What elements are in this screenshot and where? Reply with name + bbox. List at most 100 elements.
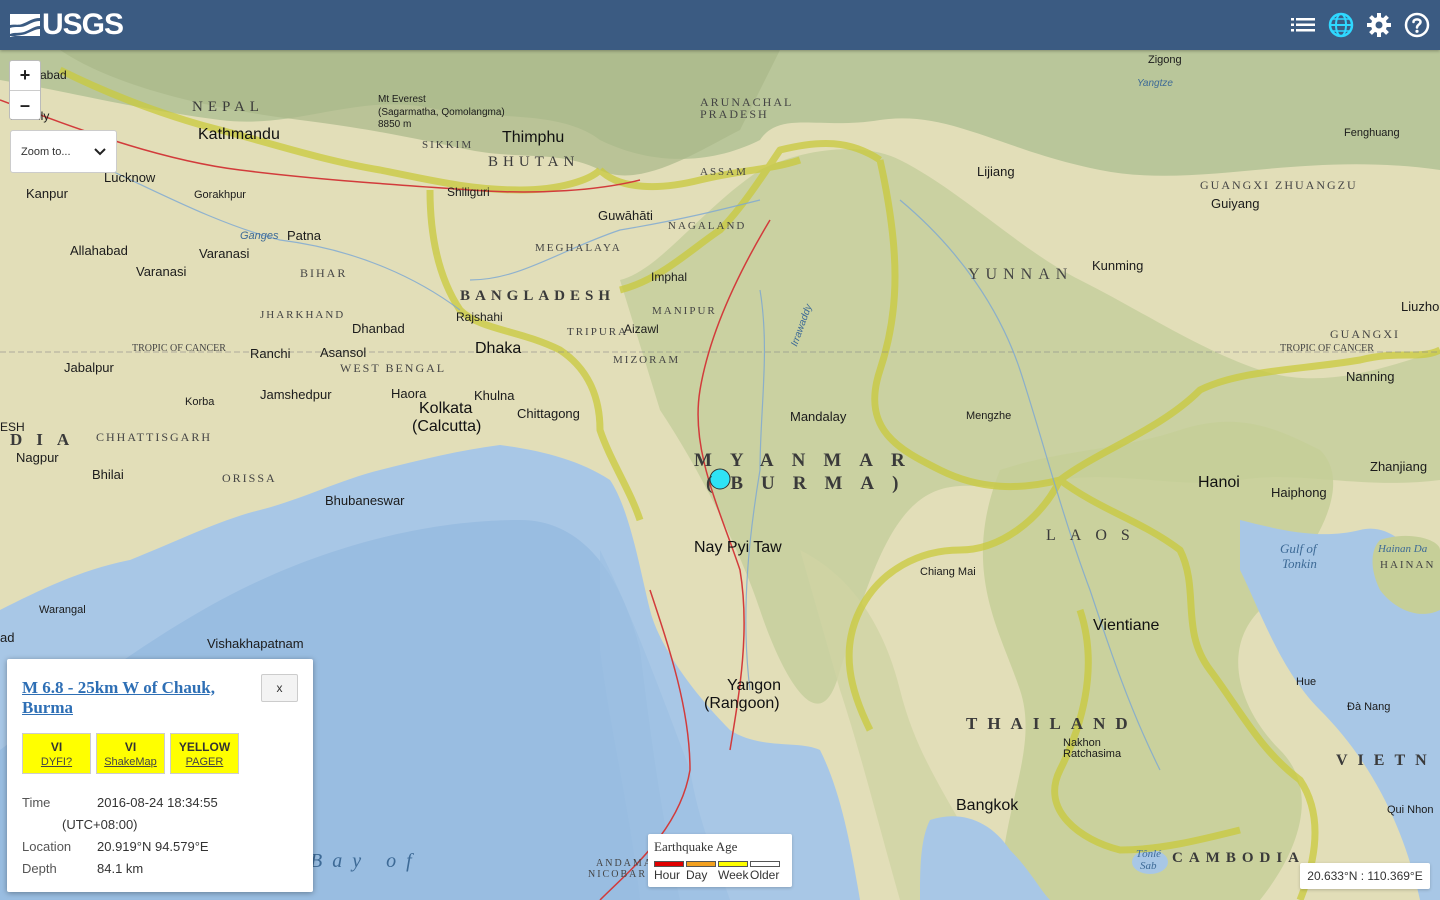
map-label-vishakhapatnam: Vishakhapatnam: [207, 636, 304, 651]
map-label-manipur: MANIPUR: [652, 305, 717, 317]
map-label-calcutta: (Calcutta): [412, 418, 482, 435]
dyfi-value: VI: [50, 739, 63, 754]
map-label-thailand: THAILAND: [966, 714, 1138, 733]
shakemap-badge[interactable]: VI ShakeMap: [96, 733, 165, 774]
detail-key: [22, 814, 62, 836]
detail-row-time: Time 2016-08-24 18:34:55: [22, 792, 218, 814]
map-label-tropic-east: TROPIC OF CANCER: [1280, 343, 1374, 354]
detail-value: 20.919°N 94.579°E: [97, 839, 209, 854]
map-label-mengzhe: Mengzhe: [966, 410, 1012, 422]
zoom-out-button[interactable]: –: [10, 90, 40, 119]
map-label-gorakhpur: Gorakhpur: [194, 189, 246, 201]
globe-icon[interactable]: [1328, 12, 1354, 38]
map-label-nicobar: NICOBAR: [588, 869, 648, 880]
map-label-kunming: Kunming: [1092, 258, 1144, 273]
map-label-nanning: Nanning: [1346, 369, 1395, 384]
map-label-meghalaya: MEGHALAYA: [535, 242, 622, 254]
map-label-bhubaneswar: Bhubaneswar: [325, 493, 405, 508]
map-label-qui-nhon: Qui Nhon: [1387, 804, 1434, 816]
map-label-tonkin: Tonkin: [1282, 556, 1317, 571]
detail-key: Time: [22, 795, 51, 810]
map-label-hanoi: Hanoi: [1198, 474, 1240, 491]
map-label-jharkhand: JHARKHAND: [260, 309, 346, 321]
usgs-wave-icon: [10, 14, 40, 37]
map-label-everest-height: 8850 m: [378, 119, 412, 130]
map-label-ranchi: Ranchi: [250, 346, 291, 361]
zoom-control: + –: [9, 60, 41, 120]
map-label-nagaland: NAGALAND: [668, 220, 747, 232]
map-label-bangkok: Bangkok: [956, 797, 1019, 814]
map-label-yangtze: Yangtze: [1137, 78, 1173, 89]
detail-key: Location: [22, 839, 72, 854]
map-label-tripura: TRIPURA: [567, 326, 629, 338]
legend-swatch-older: [750, 861, 780, 867]
map-label-ad: ad: [0, 630, 15, 645]
map-label-jamshedpur: Jamshedpur: [260, 387, 332, 402]
map-label-khulna: Khulna: [474, 388, 515, 403]
map-label-tonle: Tônlé: [1136, 848, 1162, 860]
pager-value: YELLOW: [178, 739, 231, 754]
map-label-haiphong: Haiphong: [1271, 485, 1327, 500]
earthquake-popup: M 6.8 - 25km W of Chauk, Burma x VI DYFI…: [7, 659, 313, 892]
map-label-sikkim: SIKKIM: [422, 139, 474, 151]
map-label-lijiang: Lijiang: [977, 164, 1015, 179]
map-label-guangxi-zhuangzu: GUANGXI ZHUANGZU: [1200, 178, 1358, 192]
map-label-nay-pyi-taw: Nay Pyi Taw: [694, 539, 782, 556]
gear-icon[interactable]: [1366, 12, 1392, 38]
map-label-haora: Haora: [391, 386, 427, 401]
map-label-warangal: Warangal: [39, 604, 86, 616]
map-label-mandalay: Mandalay: [790, 409, 847, 424]
map-label-allahabad: Allahabad: [70, 243, 128, 258]
map-label-vietnam: VIETN: [1336, 752, 1437, 769]
map-label-bay-of-bengal: Bay of: [310, 850, 422, 872]
zoom-in-button[interactable]: +: [10, 61, 40, 90]
map-label-ratchasima: Ratchasima: [1063, 748, 1122, 760]
map-label-hainan: HAINAN: [1380, 559, 1436, 571]
pager-label: PAGER: [185, 755, 224, 768]
legend-swatches: [654, 861, 786, 867]
map-label-bhilai: Bhilai: [92, 467, 124, 482]
dyfi-label: DYFI?: [40, 755, 73, 768]
map-label-jabalpur: Jabalpur: [64, 360, 114, 375]
detail-row-depth: Depth 84.1 km: [22, 858, 218, 880]
map-label-esh: ESH: [0, 420, 25, 434]
cursor-coordinates: 20.633°N : 110.369°E: [1300, 863, 1430, 889]
map-label-hue: Hue: [1296, 676, 1317, 688]
map-label-dhanbad: Dhanbad: [352, 321, 405, 336]
map-label-orissa: ORISSA: [222, 471, 277, 485]
map-label-west-bengal: WEST BENGAL: [340, 361, 447, 375]
earthquake-details: Time 2016-08-24 18:34:55 (UTC+08:00) Loc…: [22, 792, 218, 880]
map-label-chittagong: Chittagong: [517, 406, 580, 421]
earthquake-title-link[interactable]: M 6.8 - 25km W of Chauk, Burma: [22, 678, 247, 718]
map-label-gulf-of: Gulf of: [1280, 541, 1317, 556]
detail-row-timezone: (UTC+08:00): [22, 814, 218, 836]
shakemap-value: VI: [124, 739, 137, 754]
map-label-laos: LAOS: [1046, 527, 1144, 544]
dyfi-badge[interactable]: VI DYFI?: [22, 733, 91, 774]
legend-swatch-week: [718, 861, 748, 867]
close-button[interactable]: x: [261, 674, 298, 702]
list-icon[interactable]: [1290, 12, 1316, 38]
header-icon-group: [1290, 12, 1430, 38]
zoom-to-select[interactable]: Zoom to...: [10, 130, 117, 173]
map-label-dhaka: Dhaka: [475, 340, 522, 357]
map-label-abad: abad: [40, 68, 67, 82]
legend-label-week: Week: [718, 868, 749, 882]
map-label-kanpur: Kanpur: [26, 186, 68, 201]
map-label-zhanjiang: Zhanjiang: [1370, 459, 1428, 474]
usgs-logo[interactable]: USGS: [10, 8, 124, 42]
map-label-thimphu: Thimphu: [502, 129, 565, 146]
map-label-myanmar: MYANMAR: [694, 450, 923, 471]
map-label-ganges: Ganges: [240, 230, 279, 242]
legend-label-hour: Hour: [654, 868, 681, 882]
map-label-bhutan: BHUTAN: [488, 154, 580, 170]
map-label-tropic-west: TROPIC OF CANCER: [132, 343, 226, 354]
map-label-sagarmatha: (Sagarmatha, Qomolangma): [378, 107, 505, 118]
legend-title: Earthquake Age: [654, 839, 738, 854]
pager-badge[interactable]: YELLOW PAGER: [170, 733, 239, 774]
map-label-nepal: NEPAL: [192, 99, 264, 115]
map-label-assam: ASSAM: [700, 166, 748, 178]
impact-badges: VI DYFI? VI ShakeMap YELLOW PAGER: [22, 733, 239, 774]
help-icon[interactable]: [1404, 12, 1430, 38]
map-label-guwahati: Guwāhāti: [598, 208, 653, 223]
